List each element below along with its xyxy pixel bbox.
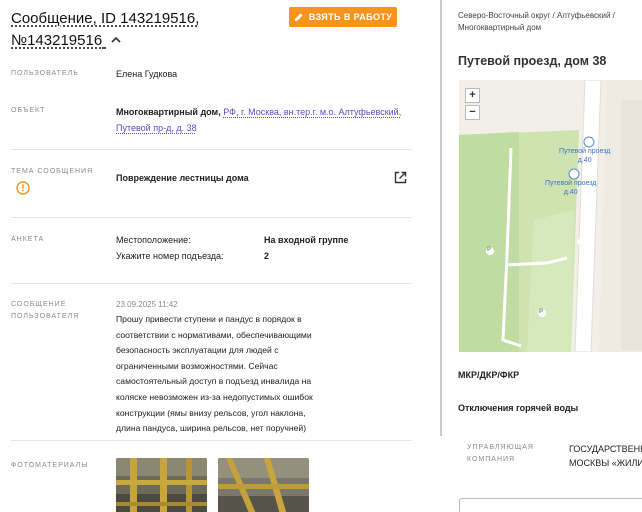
section-hot-water[interactable]: Отключения горячей воды (458, 403, 578, 413)
chevron-up-icon[interactable] (110, 34, 122, 46)
breadcrumb-line-2[interactable]: Многоквартирный дом (458, 23, 541, 32)
map-label-stop2: Путевой проезд д.40 (545, 179, 596, 197)
address-title: Путевой проезд, дом 38 (458, 54, 607, 68)
take-to-work-button[interactable]: ВЗЯТЬ В РАБОТУ (289, 7, 397, 27)
management-company-label: УПРАВЛЯЮЩАЯ КОМПАНИЯ (467, 442, 534, 466)
divider (11, 217, 412, 218)
management-company-label-line-2: КОМПАНИЯ (467, 456, 516, 463)
photo-thumbnail[interactable] (116, 458, 207, 512)
map-label-stop1-line1: Путевой проезд (559, 148, 611, 155)
title-line-2: №143219516 (11, 32, 103, 49)
map-label-stop1-line2: д.40 (577, 157, 592, 164)
message-line: коляске невозможен из-за недопустимых ош… (116, 391, 313, 402)
section-mkr: МКР/ДКР/ФКР (458, 370, 520, 380)
title-line-1: Сообщение, ID 143219516, (11, 10, 200, 27)
survey-question: Местоположение: (116, 235, 191, 245)
message-panel: Сообщение, ID 143219516, №143219516 ВЗЯТ… (0, 0, 440, 512)
message-line: соответствии с нормативами, обеспечивающ… (116, 329, 312, 340)
survey-answer: На входной группе (264, 235, 349, 245)
object-value: Многоквартирный дом, РФ, г. Москва, вн.т… (116, 104, 416, 136)
object-type: Многоквартирный дом, (116, 107, 221, 117)
object-address-link-1[interactable]: РФ, г. Москва, вн.тер.г. м.о. Алтуфьевск… (223, 107, 401, 117)
message-line: длина пандуса, ширина рельсов, нет поруч… (116, 423, 307, 434)
breadcrumb-line-1[interactable]: Северо-Восточный округ / Алтуфьевский / (458, 11, 615, 20)
message-line: безопасность эксплуатации для людей с (116, 345, 279, 356)
management-company-value-line-2: МОСКВЫ «ЖИЛИ (569, 458, 642, 468)
survey-answer: 2 (264, 251, 270, 261)
message-label-line-2: ПОЛЬЗОВАТЕЛЯ (11, 313, 80, 320)
object-address-link-2[interactable]: Путевой пр-д, д. 38 (116, 123, 197, 133)
topic-label: ТЕМА СООБЩЕНИЯ (11, 168, 94, 175)
zoom-in-button[interactable]: + (465, 88, 480, 103)
take-to-work-label: ВЗЯТЬ В РАБОТУ (308, 12, 393, 22)
bottom-input[interactable] (459, 498, 642, 512)
open-external-icon[interactable] (394, 171, 407, 184)
management-company-label-line-1: УПРАВЛЯЮЩАЯ (467, 444, 534, 451)
divider (11, 283, 412, 284)
map[interactable] (459, 80, 642, 352)
map-label-stop2-line1: Путевой проезд (545, 180, 597, 187)
parking-icon: P (539, 309, 544, 315)
user-value: Елена Гудкова (116, 69, 178, 79)
management-company-value: ГОСУДАРСТВЕНН МОСКВЫ «ЖИЛИ (569, 442, 642, 470)
survey-label: АНКЕТА (11, 236, 45, 243)
message-line: конструкции (ямы внизу рельсов, угол нак… (116, 407, 306, 418)
divider (11, 440, 412, 441)
management-company-value-line-1: ГОСУДАРСТВЕНН (569, 444, 642, 454)
object-label: ОБЪЕКТ (11, 107, 46, 114)
message-text: Прошу привести ступени и пандус в порядо… (116, 312, 348, 437)
zoom-out-button[interactable]: − (465, 105, 480, 120)
topic-value: Повреждение лестницы дома (116, 173, 249, 183)
message-date: 23.09.2025 11:42 (116, 300, 178, 309)
message-line: Прошу привести ступени и пандус в порядо… (116, 314, 302, 324)
photos-label: ФОТОМАТЕРИАЛЫ (11, 462, 89, 469)
pencil-icon (294, 13, 303, 21)
message-label-line-1: СООБЩЕНИЕ (11, 301, 67, 308)
map-label-stop1: Путевой проезд д.40 (559, 147, 610, 165)
message-line: ограниченными возможностями. Сейчас (116, 360, 278, 371)
page-title: Сообщение, ID 143219516, №143219516 (11, 8, 281, 52)
message-line: самостоятельный доступ в подъезд инвалид… (116, 376, 312, 387)
object-panel: Северо-Восточный округ / Алтуфьевский / … (442, 0, 642, 512)
photo-thumbnail[interactable] (218, 458, 309, 512)
user-label: ПОЛЬЗОВАТЕЛЬ (11, 70, 79, 77)
map-label-stop2-line2: д.40 (563, 189, 578, 196)
breadcrumb: Северо-Восточный округ / Алтуфьевский / … (458, 10, 615, 34)
parking-icon: P (487, 247, 492, 253)
warning-icon (16, 181, 30, 195)
divider (11, 149, 412, 150)
survey-question: Укажите номер подъезда: (116, 251, 224, 261)
message-label: СООБЩЕНИЕ ПОЛЬЗОВАТЕЛЯ (11, 299, 79, 323)
